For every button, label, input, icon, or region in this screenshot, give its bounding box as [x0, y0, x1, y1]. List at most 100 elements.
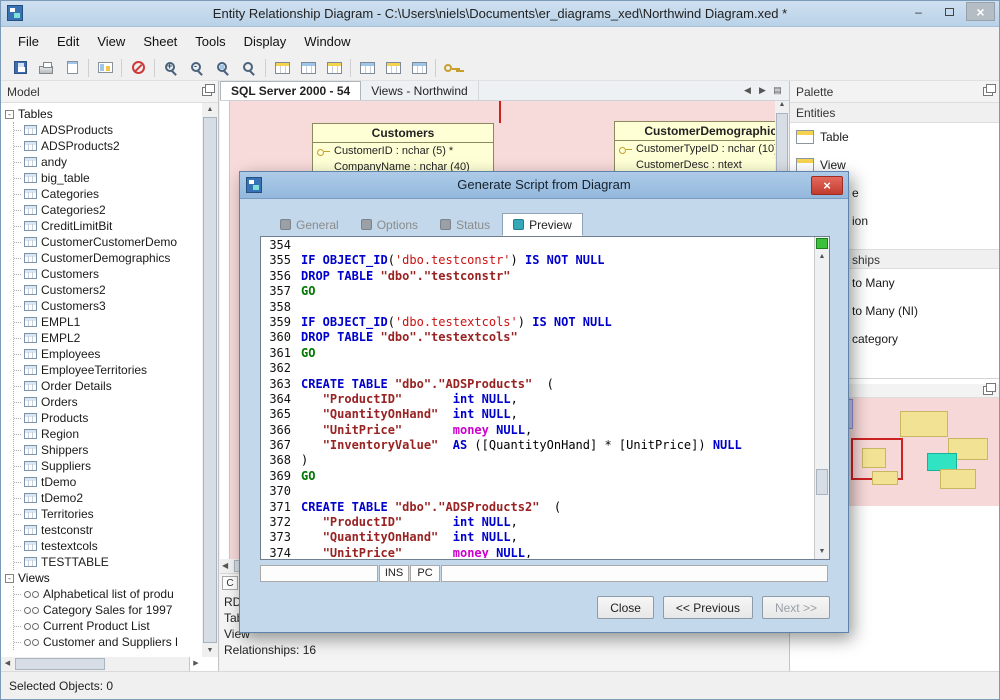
tree-item-categories[interactable]: Categories — [14, 186, 202, 202]
dialog-tab-general[interactable]: General — [270, 213, 349, 236]
script-preview-editor[interactable]: 354355IF OBJECT_ID('dbo.testconstr') IS … — [260, 236, 830, 560]
tree-item-employeeterritories[interactable]: EmployeeTerritories — [14, 362, 202, 378]
scroll-down-icon[interactable]: ▼ — [815, 546, 829, 558]
tree-item-customers3[interactable]: Customers3 — [14, 298, 202, 314]
slide-button[interactable] — [92, 57, 118, 79]
table-button-6[interactable] — [406, 57, 432, 79]
tree-item-customers[interactable]: Customers — [14, 266, 202, 282]
next-button[interactable]: Next >> — [762, 596, 830, 619]
scroll-right-icon[interactable]: ▶ — [189, 657, 202, 671]
tree-item-andy[interactable]: andy — [14, 154, 202, 170]
dialog-tab-preview[interactable]: Preview — [502, 213, 583, 236]
tree-item-categories2[interactable]: Categories2 — [14, 202, 202, 218]
table-button-4[interactable] — [354, 57, 380, 79]
tree-item-orders[interactable]: Orders — [14, 394, 202, 410]
sheet-tab-views-northwind[interactable]: Views - Northwind — [361, 81, 478, 100]
zoom-out-button[interactable] — [184, 57, 210, 79]
tree-item-customerdemographics[interactable]: CustomerDemographics — [14, 250, 202, 266]
close-button[interactable]: × — [966, 2, 995, 21]
table-button-2[interactable] — [295, 57, 321, 79]
save-button[interactable] — [7, 57, 33, 79]
tree-item-shippers[interactable]: Shippers — [14, 442, 202, 458]
undock-icon[interactable] — [983, 87, 993, 96]
previous-button[interactable]: << Previous — [663, 596, 753, 619]
scroll-up-icon[interactable]: ▲ — [815, 251, 829, 263]
editor-split-button[interactable] — [816, 238, 828, 249]
collapsed-panel-tab[interactable]: C — [222, 576, 238, 590]
title-bar[interactable]: Entity Relationship Diagram - C:\Users\n… — [1, 1, 999, 27]
zoom-page-button[interactable] — [210, 57, 236, 79]
scrollbar-thumb[interactable] — [816, 469, 828, 495]
zoom-in-button[interactable] — [158, 57, 184, 79]
minimize-button[interactable]: – — [904, 2, 933, 21]
tree-item-products[interactable]: Products — [14, 410, 202, 426]
entity-customers[interactable]: CustomersCustomerID : nchar (5) *Company… — [312, 123, 494, 176]
dialog-title-bar[interactable]: Generate Script from Diagram × — [240, 172, 848, 199]
tree-item-big-table[interactable]: big_table — [14, 170, 202, 186]
sheet-next-button[interactable]: ▶ — [755, 85, 770, 96]
tree-item-empl2[interactable]: EMPL2 — [14, 330, 202, 346]
editor-vertical-scrollbar[interactable]: ▲ ▼ — [814, 237, 829, 559]
palette-item-table[interactable]: Table — [790, 123, 999, 151]
scroll-left-icon[interactable]: ◀ — [1, 657, 14, 671]
tree-item-creditlimitbit[interactable]: CreditLimitBit — [14, 218, 202, 234]
menu-item-file[interactable]: File — [9, 30, 48, 53]
table-button-1[interactable] — [269, 57, 295, 79]
tree-item-category-sales-for-1997[interactable]: Category Sales for 1997 — [14, 602, 202, 618]
print-button[interactable] — [33, 57, 59, 79]
tree-item-order-details[interactable]: Order Details — [14, 378, 202, 394]
script-code[interactable]: 354355IF OBJECT_ID('dbo.testconstr') IS … — [261, 238, 813, 558]
tree-item-region[interactable]: Region — [14, 426, 202, 442]
collapse-icon[interactable]: - — [5, 110, 14, 119]
tree-item-tdemo[interactable]: tDemo — [14, 474, 202, 490]
tree-item-territories[interactable]: Territories — [14, 506, 202, 522]
menu-item-sheet[interactable]: Sheet — [134, 30, 186, 53]
menu-item-tools[interactable]: Tools — [186, 30, 234, 53]
sheet-list-button[interactable]: ▤ — [770, 85, 785, 96]
model-tree-vertical-scrollbar[interactable]: ▲ ▼ — [202, 103, 218, 657]
tree-item-customer-and-suppliers-l[interactable]: Customer and Suppliers l — [14, 634, 202, 650]
tree-root-tables[interactable]: -Tables — [5, 106, 202, 122]
undock-icon[interactable] — [202, 87, 212, 96]
tree-item-customercustomerdemo[interactable]: CustomerCustomerDemo — [14, 234, 202, 250]
scroll-up-icon[interactable]: ▲ — [775, 101, 789, 108]
magnifier-button[interactable] — [236, 57, 262, 79]
sheet-tab-sql-server-2000-54[interactable]: SQL Server 2000 - 54 — [220, 81, 361, 100]
tree-root-views[interactable]: -Views — [5, 570, 202, 586]
tree-item-testextcols[interactable]: testextcols — [14, 538, 202, 554]
no-entry-button[interactable] — [125, 57, 151, 79]
tree-item-employees[interactable]: Employees — [14, 346, 202, 362]
tree-item-adsproducts2[interactable]: ADSProducts2 — [14, 138, 202, 154]
menu-item-display[interactable]: Display — [235, 30, 296, 53]
scrollbar-thumb[interactable] — [203, 117, 217, 643]
tree-item-customers2[interactable]: Customers2 — [14, 282, 202, 298]
close-button[interactable]: Close — [597, 596, 654, 619]
tree-item-adsproducts[interactable]: ADSProducts — [14, 122, 202, 138]
dialog-close-button[interactable]: × — [811, 176, 843, 195]
menu-item-window[interactable]: Window — [295, 30, 359, 53]
tree-item-tdemo2[interactable]: tDemo2 — [14, 490, 202, 506]
key-button[interactable] — [439, 57, 465, 79]
entity-customerdemographics[interactable]: CustomerDemographicsCustomerTypeID : nch… — [614, 121, 775, 174]
tree-item-empl1[interactable]: EMPL1 — [14, 314, 202, 330]
sheet-prev-button[interactable]: ◀ — [740, 85, 755, 96]
collapse-icon[interactable]: - — [5, 574, 14, 583]
table-button-3[interactable] — [321, 57, 347, 79]
scroll-left-icon[interactable]: ◀ — [222, 559, 228, 573]
menu-item-edit[interactable]: Edit — [48, 30, 88, 53]
tree-item-suppliers[interactable]: Suppliers — [14, 458, 202, 474]
table-button-5[interactable] — [380, 57, 406, 79]
dialog-tab-status[interactable]: Status — [430, 213, 500, 236]
dialog-tab-options[interactable]: Options — [351, 213, 428, 236]
model-tree-horizontal-scrollbar[interactable]: ◀ ▶ — [1, 657, 202, 671]
scroll-up-icon[interactable]: ▲ — [202, 103, 218, 116]
undock-icon[interactable] — [983, 386, 993, 395]
tree-item-alphabetical-list-of-produ[interactable]: Alphabetical list of produ — [14, 586, 202, 602]
tree-item-testtable[interactable]: TESTTABLE — [14, 554, 202, 570]
maximize-button[interactable] — [935, 2, 964, 21]
scroll-down-icon[interactable]: ▼ — [202, 644, 218, 657]
page-button[interactable] — [59, 57, 85, 79]
tree-item-current-product-list[interactable]: Current Product List — [14, 618, 202, 634]
tree-item-testconstr[interactable]: testconstr — [14, 522, 202, 538]
scrollbar-thumb[interactable] — [15, 658, 105, 670]
